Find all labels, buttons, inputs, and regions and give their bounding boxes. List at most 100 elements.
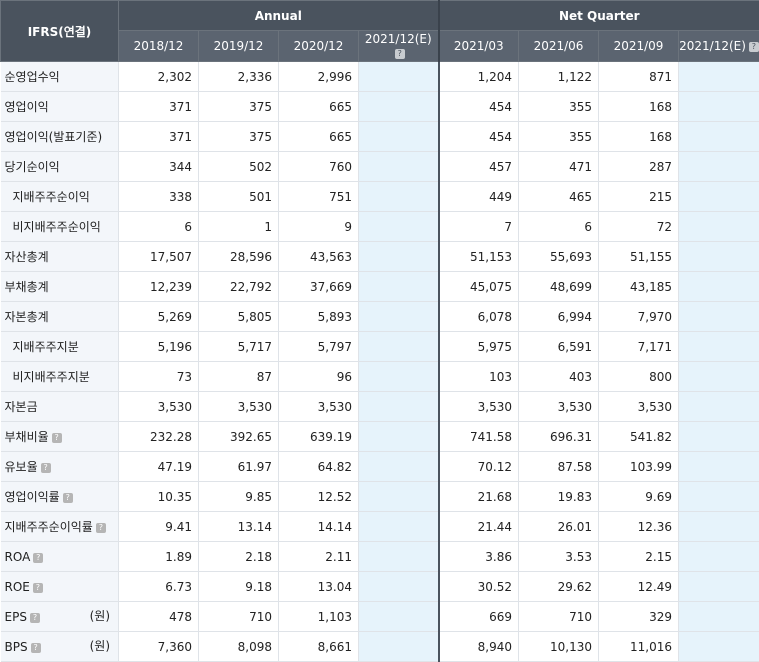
annual-value-cell: 232.28 <box>119 422 199 452</box>
period-label: 2021/06 <box>534 39 584 53</box>
question-mark-icon[interactable]: ? <box>63 493 73 503</box>
ifrs-header: IFRS(연결) <box>1 1 119 62</box>
annual-value-cell: 13.14 <box>199 512 279 542</box>
quarter-value-cell: 355 <box>519 122 599 152</box>
quarter-value-cell: 454 <box>439 92 519 122</box>
quarter-value-cell: 3.86 <box>439 542 519 572</box>
question-mark-icon[interactable]: ? <box>31 643 41 653</box>
quarter-value-cell: 19.83 <box>519 482 599 512</box>
quarter-period-header: 2021/09 <box>599 31 679 62</box>
table-row: 지배주주순이익338501751449465215 <box>1 182 759 212</box>
question-mark-icon[interactable]: ? <box>52 433 62 443</box>
unit-label: (원) <box>90 602 110 631</box>
table-row: 비지배주주순이익6197672 <box>1 212 759 242</box>
row-label-text: 비지배주주순이익 <box>13 220 101 234</box>
row-label-text: 유보율 <box>5 460 38 474</box>
annual-value-cell: 751 <box>279 182 359 212</box>
quarter-value-cell: 70.12 <box>439 452 519 482</box>
annual-value-cell: 375 <box>199 122 279 152</box>
question-mark-icon[interactable]: ? <box>96 523 106 533</box>
annual-value-cell: 9 <box>279 212 359 242</box>
quarter-value-cell: 21.68 <box>439 482 519 512</box>
quarter-value-cell: 7,970 <box>599 302 679 332</box>
row-label-text: BPS <box>5 640 28 654</box>
table-row: EPS?(원)4787101,103669710329 <box>1 602 759 632</box>
quarter-value-cell: 29.62 <box>519 572 599 602</box>
question-mark-icon[interactable]: ? <box>33 583 43 593</box>
quarter-value-cell: 449 <box>439 182 519 212</box>
row-label: BPS?(원) <box>1 632 119 662</box>
quarter-value-cell: 215 <box>599 182 679 212</box>
annual-value-cell <box>359 632 439 662</box>
question-mark-icon[interactable]: ? <box>30 613 40 623</box>
period-label: 2021/12(E) <box>365 32 432 46</box>
question-mark-icon[interactable]: ? <box>41 463 51 473</box>
row-label: 비지배주주지분 <box>1 362 119 392</box>
annual-value-cell <box>359 302 439 332</box>
annual-value-cell: 5,269 <box>119 302 199 332</box>
row-label: 자본총계 <box>1 302 119 332</box>
period-label: 2021/09 <box>614 39 664 53</box>
annual-value-cell: 3,530 <box>279 392 359 422</box>
annual-value-cell <box>359 392 439 422</box>
annual-value-cell: 710 <box>199 602 279 632</box>
quarter-value-cell: 11,016 <box>599 632 679 662</box>
quarter-value-cell: 51,153 <box>439 242 519 272</box>
annual-value-cell: 8,098 <box>199 632 279 662</box>
row-label: 순영업수익 <box>1 62 119 92</box>
quarter-value-cell <box>679 392 759 422</box>
table-row: BPS?(원)7,3608,0988,6618,94010,13011,016 <box>1 632 759 662</box>
table-row: 비지배주주지분738796103403800 <box>1 362 759 392</box>
question-mark-icon[interactable]: ? <box>33 553 43 563</box>
quarter-value-cell <box>679 572 759 602</box>
row-label-text: 지배주주순이익률 <box>5 520 93 534</box>
question-mark-icon[interactable]: ? <box>395 49 405 59</box>
quarter-value-cell: 72 <box>599 212 679 242</box>
quarter-period-header: 2021/06 <box>519 31 599 62</box>
quarter-value-cell: 457 <box>439 152 519 182</box>
quarter-value-cell <box>679 422 759 452</box>
row-label-text: 자산총계 <box>5 250 49 264</box>
quarter-value-cell: 103.99 <box>599 452 679 482</box>
annual-value-cell: 3,530 <box>119 392 199 422</box>
quarter-value-cell: 12.49 <box>599 572 679 602</box>
annual-value-cell: 371 <box>119 122 199 152</box>
quarter-value-cell <box>679 302 759 332</box>
quarter-value-cell: 471 <box>519 152 599 182</box>
annual-value-cell: 47.19 <box>119 452 199 482</box>
table-row: 영업이익률?10.359.8512.5221.6819.839.69 <box>1 482 759 512</box>
quarter-value-cell: 168 <box>599 92 679 122</box>
quarter-value-cell <box>679 92 759 122</box>
annual-value-cell: 87 <box>199 362 279 392</box>
row-label-text: ROE <box>5 580 30 594</box>
annual-value-cell: 3,530 <box>199 392 279 422</box>
row-label-text: 자본금 <box>5 400 38 414</box>
annual-value-cell: 37,669 <box>279 272 359 302</box>
quarter-value-cell: 696.31 <box>519 422 599 452</box>
annual-period-header: 2020/12 <box>279 31 359 62</box>
quarter-value-cell: 1,204 <box>439 62 519 92</box>
annual-value-cell: 478 <box>119 602 199 632</box>
row-label: 영업이익률? <box>1 482 119 512</box>
annual-value-cell <box>359 422 439 452</box>
annual-value-cell <box>359 572 439 602</box>
quarter-period-header: 2021/03 <box>439 31 519 62</box>
period-label: 2018/12 <box>134 39 184 53</box>
row-label-text: 순영업수익 <box>5 70 60 84</box>
annual-header: Annual <box>119 1 439 31</box>
row-label: ROE? <box>1 572 119 602</box>
row-label: 부채총계 <box>1 272 119 302</box>
annual-value-cell <box>359 212 439 242</box>
annual-value-cell: 338 <box>119 182 199 212</box>
annual-period-header: 2018/12 <box>119 31 199 62</box>
quarter-value-cell <box>679 542 759 572</box>
question-mark-icon[interactable]: ? <box>749 42 759 52</box>
annual-value-cell: 2,336 <box>199 62 279 92</box>
annual-value-cell: 392.65 <box>199 422 279 452</box>
annual-value-cell: 9.41 <box>119 512 199 542</box>
table-row: ROA?1.892.182.113.863.532.15 <box>1 542 759 572</box>
annual-value-cell <box>359 152 439 182</box>
row-label-text: 영업이익 <box>5 100 49 114</box>
table-row: 영업이익(발표기준)371375665454355168 <box>1 122 759 152</box>
quarter-value-cell: 103 <box>439 362 519 392</box>
